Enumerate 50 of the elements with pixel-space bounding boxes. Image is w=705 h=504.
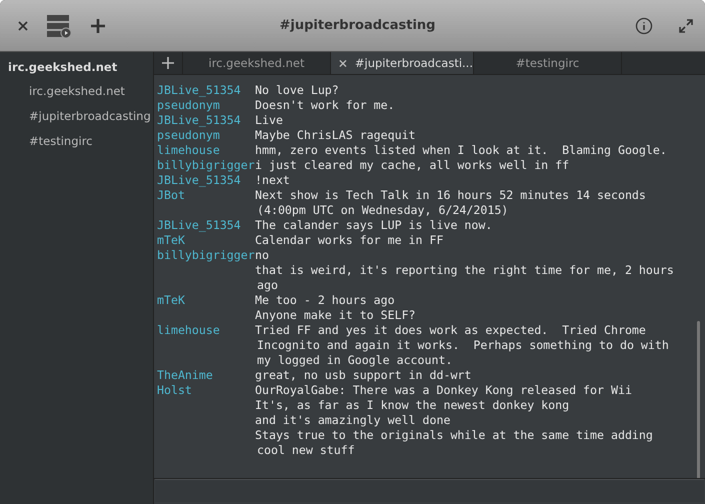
message-text: No love Lup? xyxy=(255,83,339,98)
window-title: #jupiterbroadcasting xyxy=(278,18,436,33)
nickname: JBLive_51354 xyxy=(157,83,241,97)
server-icon[interactable] xyxy=(46,12,72,38)
nickname: mTeK xyxy=(157,293,185,307)
message-text: !next xyxy=(255,173,290,188)
message-text: great, no usb support in dd-wrt xyxy=(255,368,472,383)
nickname: pseudonym xyxy=(157,98,220,112)
message-text: that is weird, it's reporting the right time for me, 2 hours ago xyxy=(255,263,674,293)
plus-icon xyxy=(90,18,106,34)
info-icon[interactable] xyxy=(635,16,653,34)
message-text: It's, as far as I know the newest donkey kong xyxy=(255,398,570,413)
nickname: JBLive_51354 xyxy=(157,173,241,187)
nickname: limehouse xyxy=(157,323,220,337)
message-text: The calander says LUP is live now. xyxy=(255,218,492,233)
maximize-icon[interactable] xyxy=(679,18,693,32)
nickname: limehouse xyxy=(157,143,220,157)
nickname: mTeK xyxy=(157,233,185,247)
message-input[interactable] xyxy=(155,479,704,502)
nickname: Holst xyxy=(157,383,192,397)
nickname: billybigrigger xyxy=(157,158,255,172)
message-text: Doesn't work for me. xyxy=(255,98,395,113)
tab[interactable]: #jupiterbroadcasti... xyxy=(331,52,474,74)
channel-item[interactable]: irc.geekshed.net xyxy=(0,82,153,107)
message-text: no xyxy=(255,248,269,263)
message-text: Calendar works for me in FF xyxy=(255,233,444,248)
message-text: Maybe ChrisLAS ragequit xyxy=(255,128,416,143)
message-text: Live xyxy=(255,113,283,128)
tab[interactable]: #testingirc xyxy=(474,52,622,74)
nickname: JBot xyxy=(157,188,185,202)
message-text: Anyone make it to SELF? xyxy=(255,308,416,323)
plus-icon xyxy=(162,57,174,69)
message-text: and it's amazingly well done xyxy=(255,413,450,428)
server-name[interactable]: irc.geekshed.net xyxy=(0,60,153,82)
nickname: billybigrigger xyxy=(157,248,255,262)
message-text: Stays true to the originals while at the same time adding cool new stuff xyxy=(255,428,653,458)
nickname: pseudonym xyxy=(157,128,220,142)
message-text: Next show is Tech Talk in 16 hours 52 minutes 14 seconds (4:00pm UTC on Wednesday, 6/24/2015) xyxy=(255,188,646,218)
message-text: Tried FF and yes it does work as expected. Tried Chrome Incognito and again it works. Perhaps something to do with my logged in Google account. xyxy=(255,323,669,368)
message-text: hmm, zero events listed when I look at it. Blaming Google. xyxy=(255,143,667,158)
nickname: JBLive_51354 xyxy=(157,113,241,127)
channel-item[interactable]: #testingirc xyxy=(0,132,153,157)
nickname: TheAnime xyxy=(157,368,213,382)
close-icon[interactable] xyxy=(339,58,347,68)
channel-item[interactable]: #jupiterbroadcasting xyxy=(0,107,153,132)
message-text: i just cleared my cache, all works well in ff xyxy=(255,158,570,173)
message-text: Me too - 2 hours ago xyxy=(255,293,395,308)
close-icon xyxy=(18,20,28,30)
nickname: JBLive_51354 xyxy=(157,218,241,232)
message-text: OurRoyalGabe: There was a Donkey Kong released for Wii xyxy=(255,383,632,398)
